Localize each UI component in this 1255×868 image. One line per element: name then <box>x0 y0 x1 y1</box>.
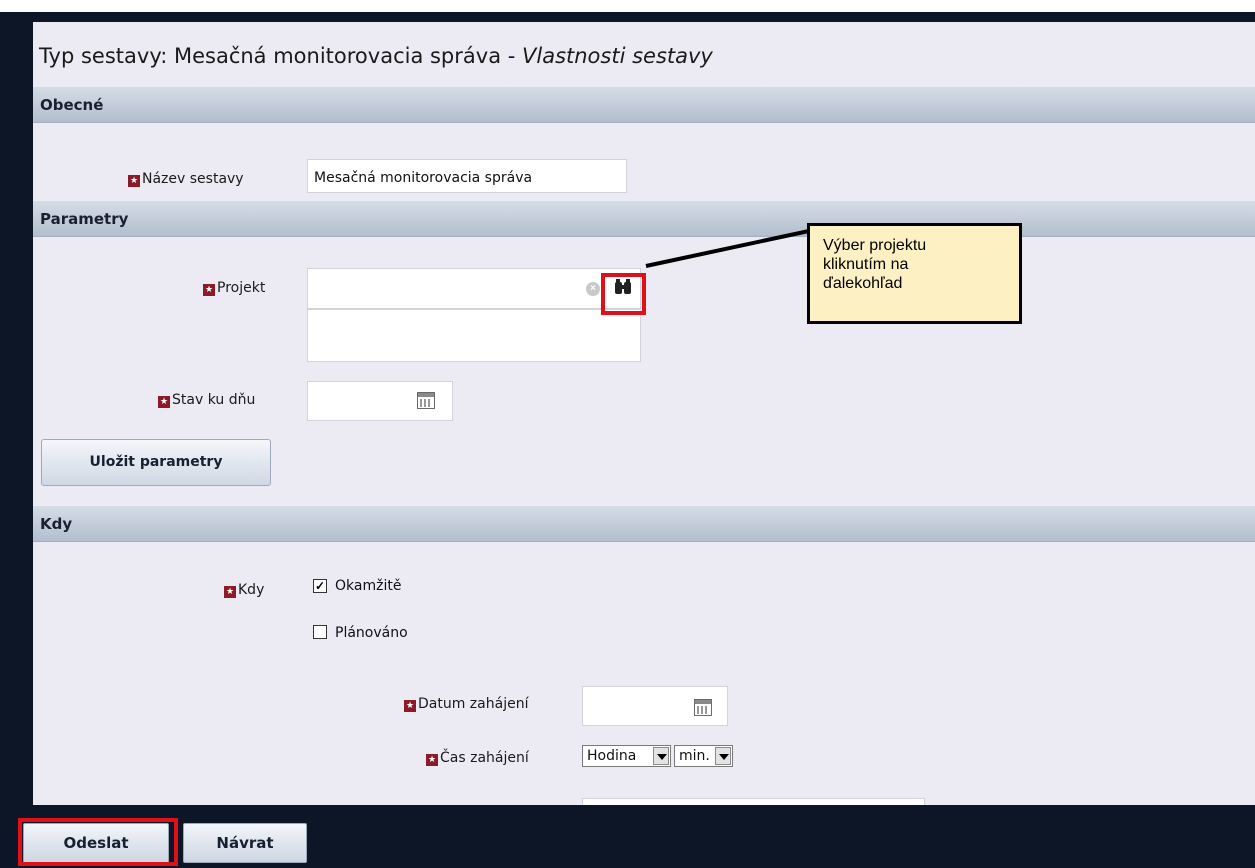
back-button[interactable]: Návrat <box>183 823 307 863</box>
submit-highlight <box>18 818 178 866</box>
callout-tooltip: Výber projektu kliknutím na ďalekohľad <box>807 223 1022 324</box>
callout-text: Výber projektu kliknutím na ďalekohľad <box>823 237 927 292</box>
callout-leader-line <box>645 229 810 268</box>
binoculars-highlight <box>601 273 646 315</box>
